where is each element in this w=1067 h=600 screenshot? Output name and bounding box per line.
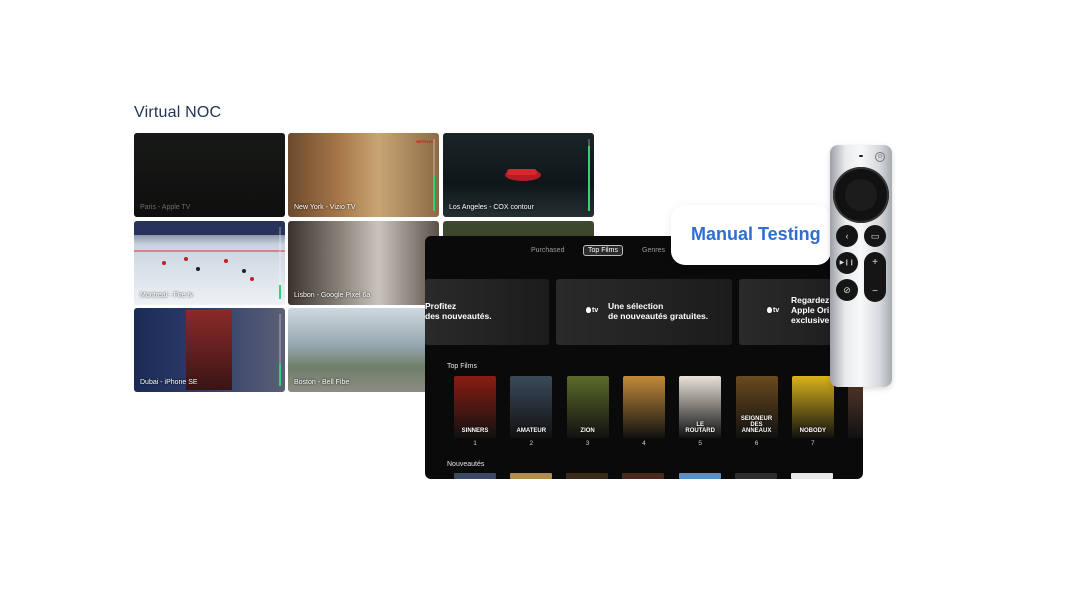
apple-tv-logo: tv [586, 307, 598, 314]
tile-label: Boston - Bell Fibe [294, 379, 350, 386]
promo-line: des nouveautés. [425, 311, 492, 321]
badge-text: Manual Testing [691, 224, 821, 244]
poster-title: SEIGNEUR DES ANNEAUX [740, 416, 773, 434]
audio-meter [588, 139, 590, 211]
tile-label: Los Angeles - COX contour [449, 204, 534, 211]
poster-rank: 3 [585, 440, 590, 447]
nouveautes-heading: Nouveautés [447, 461, 485, 468]
poster-rank: 2 [529, 440, 534, 447]
tile-label: Lisbon - Google Pixel 6a [294, 292, 371, 299]
poster-title: NOBODY [799, 428, 826, 434]
volume-up-icon[interactable]: + [864, 257, 886, 268]
siri-remote: ⏻ ‹ ▭ ▶❙❙ ⊘ + − [830, 145, 892, 387]
promo-card-gratuites[interactable]: tv Une sélection de nouveautés gratuites… [556, 279, 732, 345]
tile-label: Paris - Apple TV [140, 204, 191, 211]
microphone-icon [859, 155, 863, 157]
audio-meter [279, 314, 281, 386]
apple-tv-logo: tv [767, 307, 779, 314]
tile-label: Montreal - Fire tv [140, 292, 193, 299]
audio-meter [433, 139, 435, 211]
nouveaute-thumb[interactable] [679, 473, 721, 479]
poster-rank: 7 [810, 440, 815, 447]
nouveaute-thumb[interactable] [622, 473, 664, 479]
volume-rocker[interactable]: + − [864, 252, 886, 302]
tab-genres[interactable]: Genres [642, 247, 665, 254]
noc-tile-los-angeles[interactable]: Los Angeles - COX contour [443, 133, 594, 217]
nouveaute-thumb[interactable] [510, 473, 552, 479]
tile-label: New York - Vizio TV [294, 204, 356, 211]
poster-rank: 4 [642, 440, 646, 447]
power-icon[interactable]: ⏻ [875, 152, 885, 162]
tile-label: Dubai - iPhone SE [140, 379, 198, 386]
film-poster[interactable]: SEIGNEUR DES ANNEAUX [735, 376, 778, 438]
nouveaute-thumb[interactable] [454, 473, 496, 479]
volume-down-icon[interactable]: − [864, 286, 886, 297]
nouveaute-thumb[interactable] [735, 473, 777, 479]
section-title: Virtual NOC [134, 104, 222, 121]
film-poster[interactable]: AMATEUR [510, 376, 553, 438]
poster-rank: 1 [473, 440, 477, 447]
poster-title: ZION [580, 428, 595, 434]
top-films-heading: Top Films [447, 363, 477, 370]
promo-line: exclusive [791, 315, 830, 325]
noc-tile-montreal[interactable]: Montreal - Fire tv [134, 221, 285, 305]
nouveaute-thumb[interactable] [791, 473, 833, 479]
promo-line: de nouveautés gratuites. [608, 311, 709, 321]
film-poster[interactable]: LE ROUTARD [679, 376, 722, 438]
manual-testing-badge: Manual Testing [671, 205, 831, 265]
film-poster[interactable] [622, 376, 665, 438]
mute-icon[interactable]: ⊘ [836, 279, 858, 301]
noc-tile-boston[interactable]: Boston - Bell Fibe [288, 308, 439, 392]
promo-line: Apple Ori [791, 305, 830, 315]
clickpad[interactable] [833, 167, 889, 223]
promo-line: Regardez [791, 295, 830, 305]
promo-line: Une sélection [608, 301, 664, 311]
film-poster[interactable]: ZION [566, 376, 609, 438]
nouveaute-thumb[interactable] [566, 473, 608, 479]
tv-icon[interactable]: ▭ [864, 225, 886, 247]
back-button[interactable]: ‹ [836, 225, 858, 247]
poster-title: LE ROUTARD [685, 422, 715, 434]
poster-rank: 6 [754, 440, 759, 447]
netflix-logo: NETFLIX [416, 139, 433, 144]
phone-screen [186, 310, 232, 390]
tab-top-films[interactable]: Top Films [583, 245, 623, 256]
apple-tv-app: Purchased Top Films Genres Profitez des … [425, 236, 863, 479]
film-poster[interactable]: SINNERS [454, 376, 496, 438]
poster-rank: 5 [698, 440, 702, 447]
poster-title: AMATEUR [516, 428, 547, 434]
noc-tile-dubai[interactable]: Dubai - iPhone SE [134, 308, 285, 392]
promo-card-nouveautes[interactable]: Profitez des nouveautés. [425, 279, 549, 345]
poster-title: SINNERS [461, 428, 489, 434]
promo-line: Profitez [425, 301, 457, 311]
play-pause-icon[interactable]: ▶❙❙ [836, 252, 858, 274]
noc-tile-paris[interactable]: Paris - Apple TV [134, 133, 285, 217]
audio-meter [279, 227, 281, 299]
noc-tile-lisbon[interactable]: Lisbon - Google Pixel 6a [288, 221, 439, 305]
film-poster[interactable]: NOBODY [791, 376, 834, 438]
tab-purchased[interactable]: Purchased [531, 247, 564, 254]
noc-tile-new-york[interactable]: NETFLIX New York - Vizio TV [288, 133, 439, 217]
